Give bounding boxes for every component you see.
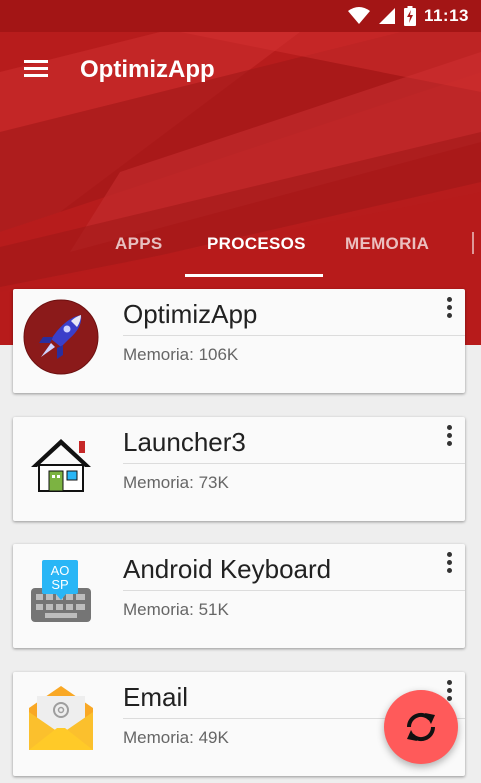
more-options-icon[interactable]	[443, 295, 455, 319]
more-options-icon[interactable]	[443, 423, 455, 447]
rocket-icon	[23, 299, 99, 375]
process-name: OptimizApp	[123, 299, 258, 329]
process-card[interactable]: AO SP Android Keyboard Memoria: 51K	[13, 544, 465, 648]
process-card[interactable]: Launcher3 Memoria: 73K	[13, 417, 465, 521]
status-bar: 11:13	[0, 0, 481, 32]
keyboard-icon-text-bottom: SP	[51, 577, 68, 592]
signal-icon	[378, 8, 395, 24]
card-divider	[123, 335, 465, 336]
card-divider	[123, 463, 465, 464]
keyboard-icon-text-top: AO	[51, 563, 70, 578]
process-name: Launcher3	[123, 427, 246, 457]
email-icon	[23, 682, 99, 758]
process-list: OptimizApp Memoria: 106K Launcher3 Memor…	[0, 0, 481, 783]
status-time: 11:13	[423, 6, 469, 25]
process-name: Email	[123, 682, 189, 712]
refresh-icon	[406, 712, 436, 742]
process-memory: Memoria: 106K	[123, 345, 239, 364]
refresh-fab[interactable]	[384, 690, 458, 764]
process-memory: Memoria: 51K	[123, 600, 229, 619]
more-options-icon[interactable]	[443, 550, 455, 574]
process-name: Android Keyboard	[123, 554, 332, 584]
card-divider	[123, 590, 465, 591]
keyboard-icon: AO SP	[23, 554, 99, 630]
battery-charging-icon	[403, 6, 416, 26]
process-card[interactable]: OptimizApp Memoria: 106K	[13, 289, 465, 393]
house-icon	[23, 427, 99, 503]
process-memory: Memoria: 49K	[123, 728, 229, 747]
process-memory: Memoria: 73K	[123, 473, 229, 492]
wifi-icon	[347, 7, 370, 24]
